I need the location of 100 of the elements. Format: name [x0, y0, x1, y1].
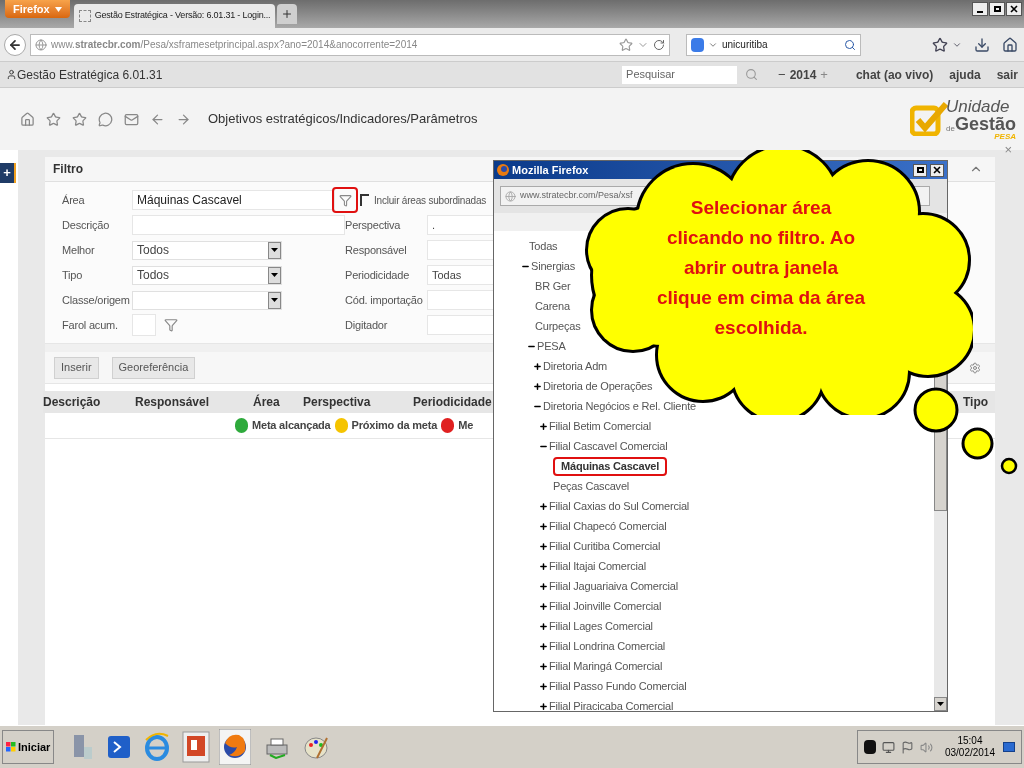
header-link[interactable]: chat (ao vivo)	[855, 65, 934, 84]
chat-icon[interactable]	[98, 111, 113, 127]
field-label: Cód. importação	[345, 292, 424, 308]
area-field[interactable]: Máquinas Cascavel	[132, 190, 335, 210]
tree-item[interactable]: Todas	[529, 237, 558, 255]
page-icon	[78, 10, 91, 22]
expand-icon[interactable]	[539, 541, 548, 551]
input-field[interactable]	[131, 215, 345, 235]
tree-item[interactable]: Filial Londrina Comercial	[549, 637, 666, 655]
filter-icon[interactable]	[164, 318, 178, 332]
filter-button[interactable]	[332, 187, 358, 213]
browser-tab[interactable]: Gestão Estratégica - Versão: 6.01.31 - Login...	[73, 4, 276, 28]
checkbox[interactable]	[360, 194, 369, 206]
header-link[interactable]: sair	[996, 65, 1018, 84]
minimize-button[interactable]	[972, 2, 988, 16]
input-field[interactable]	[132, 314, 156, 336]
expand-icon[interactable]	[539, 521, 548, 531]
logo-text: Unidade	[946, 97, 1011, 115]
tree-item[interactable]: Filial Piracicaba Comercial	[549, 697, 674, 711]
expand-icon[interactable]	[539, 561, 548, 571]
star-icon[interactable]	[72, 111, 87, 127]
tree-item[interactable]: Filial Jaguariaiva Comercial	[549, 577, 678, 595]
bookmarks-icon[interactable]	[932, 36, 948, 53]
tree-item[interactable]: Filial Caxias do Sul Comercial	[549, 497, 690, 515]
scroll-down-icon[interactable]	[937, 702, 944, 706]
address-field[interactable]: www.stratecbr.com/Pesa/xsframesetprincipal.aspx?ano=2014&anocorrente=2014	[30, 33, 670, 56]
year-label: 2014	[789, 66, 817, 84]
expand-sidebar-button[interactable]: +	[0, 162, 16, 183]
header-link[interactable]: ajuda	[949, 65, 981, 84]
network-icon[interactable]	[881, 740, 895, 754]
tree-item[interactable]: Sinergias	[531, 257, 576, 275]
tree-item[interactable]: Filial Cascavel Comercial	[549, 437, 668, 455]
tray-icon[interactable]	[863, 740, 876, 754]
expand-icon[interactable]	[539, 501, 548, 511]
tree-item[interactable]: PESA	[537, 337, 566, 355]
slides-icon[interactable]	[182, 731, 211, 763]
expand-icon[interactable]	[533, 381, 542, 391]
star-icon[interactable]	[619, 37, 633, 52]
close-icon[interactable]	[1010, 5, 1018, 13]
browser-logo-icon	[497, 164, 509, 176]
select-field[interactable]: Todos	[132, 240, 282, 260]
filter-icon[interactable]	[338, 193, 352, 207]
select-field[interactable]	[132, 290, 282, 310]
download-icon[interactable]	[974, 36, 990, 53]
star-icon[interactable]	[46, 111, 61, 127]
tree-item[interactable]: Filial Lages Comercial	[549, 617, 653, 635]
start-button[interactable]: Iniciar	[2, 730, 55, 764]
reload-icon[interactable]	[653, 38, 665, 51]
action-button[interactable]: Inserir	[54, 356, 99, 379]
expand-icon[interactable]	[539, 621, 548, 631]
flag-icon[interactable]	[900, 740, 914, 754]
palette-icon[interactable]	[303, 734, 330, 760]
expand-icon[interactable]	[539, 661, 548, 671]
back-icon[interactable]	[150, 111, 165, 127]
search-engine-icon[interactable]	[691, 37, 704, 52]
tree-item[interactable]: Diretoria de Operações	[543, 377, 653, 395]
expand-icon[interactable]	[539, 581, 548, 591]
terminal-icon[interactable]	[108, 736, 131, 758]
tree-item[interactable]: Filial Passo Fundo Comercial	[549, 677, 687, 695]
tree-item[interactable]: Peças Cascavel	[553, 477, 630, 495]
home-icon[interactable]	[20, 111, 35, 127]
settings-icon[interactable]	[969, 361, 981, 374]
previous-year-button[interactable]: −	[778, 64, 786, 85]
search-icon[interactable]	[844, 38, 856, 51]
tree-item[interactable]: BR Ger	[535, 277, 571, 295]
tree-item[interactable]: Filial Chapecó Comercial	[549, 517, 667, 535]
globe-app-icon[interactable]	[219, 729, 252, 765]
forward-icon[interactable]	[176, 111, 191, 127]
action-button[interactable]: Georeferência	[111, 356, 196, 379]
logo-tag: PESA	[994, 132, 1016, 141]
printer-icon[interactable]	[265, 735, 290, 759]
app-title: Gestão Estratégica 6.01.31	[17, 66, 163, 84]
expand-icon[interactable]	[539, 681, 548, 691]
tree-item[interactable]: Filial Betim Comercial	[549, 417, 651, 435]
tree-item[interactable]: Filial Maringá Comercial	[549, 657, 663, 675]
expand-icon[interactable]	[539, 421, 548, 431]
tree-item[interactable]: Máquinas Cascavel	[553, 456, 668, 476]
restore-button[interactable]	[913, 163, 927, 177]
restore-button[interactable]	[989, 2, 1005, 16]
person-icon	[6, 69, 17, 80]
checkbox-label: Incluir áreas subordinadas	[374, 193, 487, 208]
tree-item[interactable]: Filial Curitiba Comercial	[549, 537, 661, 555]
tree-item[interactable]: Diretoria Adm	[543, 357, 608, 375]
expand-icon[interactable]	[533, 361, 542, 371]
tree-item[interactable]: Carena	[535, 297, 570, 315]
close-button[interactable]	[1006, 2, 1022, 16]
expand-icon[interactable]	[539, 641, 548, 651]
legend-label: Meta alcançada	[252, 418, 331, 434]
search-field[interactable]: unicuritiba	[686, 33, 861, 56]
expand-icon[interactable]	[539, 601, 548, 611]
select-field[interactable]: Todos	[132, 265, 282, 285]
tree-item[interactable]: Filial Joinville Comercial	[549, 597, 662, 615]
windows-logo-icon	[6, 742, 16, 752]
tree-item[interactable]: Filial Itajai Comercial	[549, 557, 646, 575]
search-field[interactable]: Pesquisar	[622, 65, 738, 84]
panel-title: Filtro	[53, 161, 83, 178]
mail-icon[interactable]	[124, 111, 139, 127]
home-icon[interactable]	[1002, 36, 1018, 53]
tree-item[interactable]: Curpeças	[535, 317, 581, 335]
expand-icon[interactable]	[539, 701, 548, 711]
